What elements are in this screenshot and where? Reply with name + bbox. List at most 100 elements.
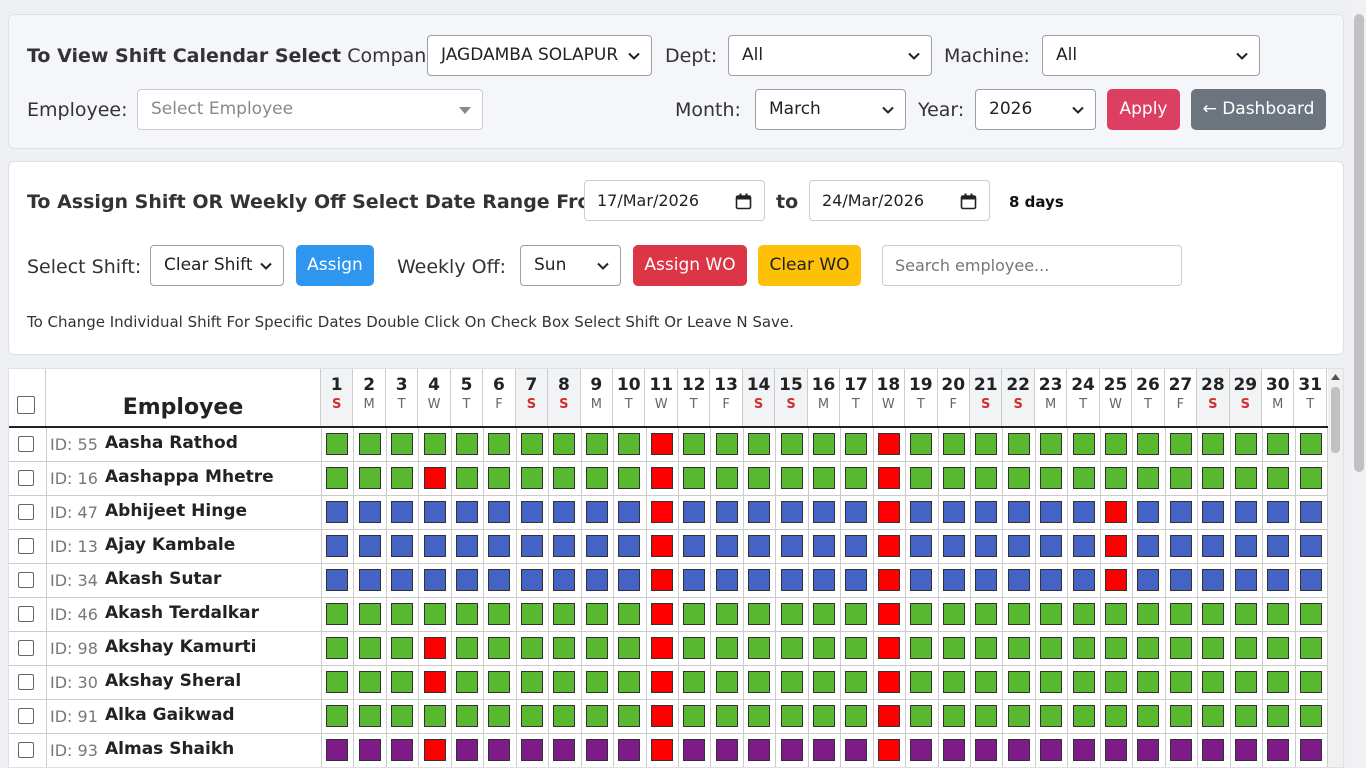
shift-cell-day-1[interactable] [326,569,349,591]
shift-cell-day-31[interactable] [1299,535,1322,557]
shift-cell-day-27[interactable] [1169,603,1192,625]
shift-cell-day-6[interactable] [488,739,511,761]
shift-cell-day-5[interactable] [456,501,479,523]
shift-cell-day-28[interactable] [1202,467,1225,489]
shift-cell-day-30[interactable] [1267,603,1290,625]
calendar-icon[interactable] [735,193,752,210]
shift-cell-day-26[interactable] [1137,637,1160,659]
shift-cell-day-1[interactable] [326,467,349,489]
shift-cell-day-31[interactable] [1299,569,1322,591]
shift-cell-day-18[interactable] [877,637,900,659]
shift-cell-day-26[interactable] [1137,569,1160,591]
shift-cell-day-1[interactable] [326,501,349,523]
shift-cell-day-23[interactable] [1040,671,1063,693]
shift-cell-day-10[interactable] [618,501,641,523]
shift-cell-day-14[interactable] [748,433,771,455]
shift-cell-day-30[interactable] [1267,569,1290,591]
shift-cell-day-5[interactable] [456,705,479,727]
shift-cell-day-25[interactable] [1105,739,1128,761]
shift-cell-day-22[interactable] [1007,467,1030,489]
shift-cell-day-1[interactable] [326,739,349,761]
shift-cell-day-4[interactable] [423,671,446,693]
shift-cell-day-12[interactable] [683,603,706,625]
shift-cell-day-20[interactable] [942,535,965,557]
shift-cell-day-27[interactable] [1169,739,1192,761]
shift-cell-day-27[interactable] [1169,705,1192,727]
shift-cell-day-20[interactable] [942,637,965,659]
shift-cell-day-1[interactable] [326,637,349,659]
shift-cell-day-28[interactable] [1202,637,1225,659]
shift-cell-day-15[interactable] [780,535,803,557]
shift-cell-day-13[interactable] [715,535,738,557]
shift-cell-day-27[interactable] [1169,501,1192,523]
shift-cell-day-25[interactable] [1105,671,1128,693]
shift-cell-day-4[interactable] [423,433,446,455]
shift-cell-day-23[interactable] [1040,637,1063,659]
shift-cell-day-10[interactable] [618,739,641,761]
shift-cell-day-14[interactable] [748,467,771,489]
shift-cell-day-15[interactable] [780,705,803,727]
shift-cell-day-16[interactable] [812,671,835,693]
shift-cell-day-19[interactable] [910,603,933,625]
shift-cell-day-10[interactable] [618,671,641,693]
shift-cell-day-31[interactable] [1299,501,1322,523]
shift-cell-day-9[interactable] [585,671,608,693]
shift-cell-day-4[interactable] [423,467,446,489]
shift-cell-day-27[interactable] [1169,535,1192,557]
shift-cell-day-8[interactable] [553,637,576,659]
shift-cell-day-11[interactable] [650,671,673,693]
shift-cell-day-7[interactable] [520,535,543,557]
shift-cell-day-27[interactable] [1169,637,1192,659]
shift-cell-day-30[interactable] [1267,433,1290,455]
shift-cell-day-13[interactable] [715,569,738,591]
month-select[interactable]: March [755,89,906,130]
shift-cell-day-29[interactable] [1234,637,1257,659]
shift-cell-day-23[interactable] [1040,705,1063,727]
shift-cell-day-21[interactable] [975,603,998,625]
shift-cell-day-16[interactable] [812,467,835,489]
shift-cell-day-29[interactable] [1234,603,1257,625]
shift-cell-day-21[interactable] [975,637,998,659]
shift-cell-day-22[interactable] [1007,705,1030,727]
shift-cell-day-20[interactable] [942,739,965,761]
shift-cell-day-28[interactable] [1202,569,1225,591]
shift-cell-day-30[interactable] [1267,637,1290,659]
shift-cell-day-30[interactable] [1267,671,1290,693]
shift-cell-day-2[interactable] [358,705,381,727]
shift-cell-day-28[interactable] [1202,705,1225,727]
shift-cell-day-21[interactable] [975,433,998,455]
shift-cell-day-18[interactable] [877,569,900,591]
shift-cell-day-3[interactable] [391,739,414,761]
shift-cell-day-19[interactable] [910,705,933,727]
shift-cell-day-31[interactable] [1299,433,1322,455]
shift-cell-day-8[interactable] [553,671,576,693]
shift-cell-day-28[interactable] [1202,603,1225,625]
select-all-checkbox[interactable] [17,396,35,414]
shift-cell-day-4[interactable] [423,637,446,659]
shift-cell-day-8[interactable] [553,433,576,455]
shift-cell-day-6[interactable] [488,705,511,727]
shift-cell-day-21[interactable] [975,739,998,761]
shift-cell-day-13[interactable] [715,433,738,455]
shift-cell-day-8[interactable] [553,467,576,489]
shift-cell-day-11[interactable] [650,739,673,761]
shift-cell-day-16[interactable] [812,739,835,761]
shift-cell-day-24[interactable] [1072,467,1095,489]
shift-cell-day-31[interactable] [1299,705,1322,727]
shift-cell-day-6[interactable] [488,671,511,693]
shift-cell-day-26[interactable] [1137,603,1160,625]
shift-cell-day-13[interactable] [715,705,738,727]
shift-cell-day-29[interactable] [1234,433,1257,455]
shift-cell-day-30[interactable] [1267,501,1290,523]
shift-cell-day-11[interactable] [650,637,673,659]
dashboard-button[interactable]: ← Dashboard [1191,89,1326,130]
shift-cell-day-11[interactable] [650,433,673,455]
shift-cell-day-24[interactable] [1072,501,1095,523]
shift-cell-day-17[interactable] [845,535,868,557]
shift-cell-day-3[interactable] [391,535,414,557]
shift-cell-day-8[interactable] [553,705,576,727]
shift-cell-day-9[interactable] [585,569,608,591]
shift-cell-day-3[interactable] [391,569,414,591]
shift-cell-day-25[interactable] [1105,637,1128,659]
shift-cell-day-5[interactable] [456,467,479,489]
